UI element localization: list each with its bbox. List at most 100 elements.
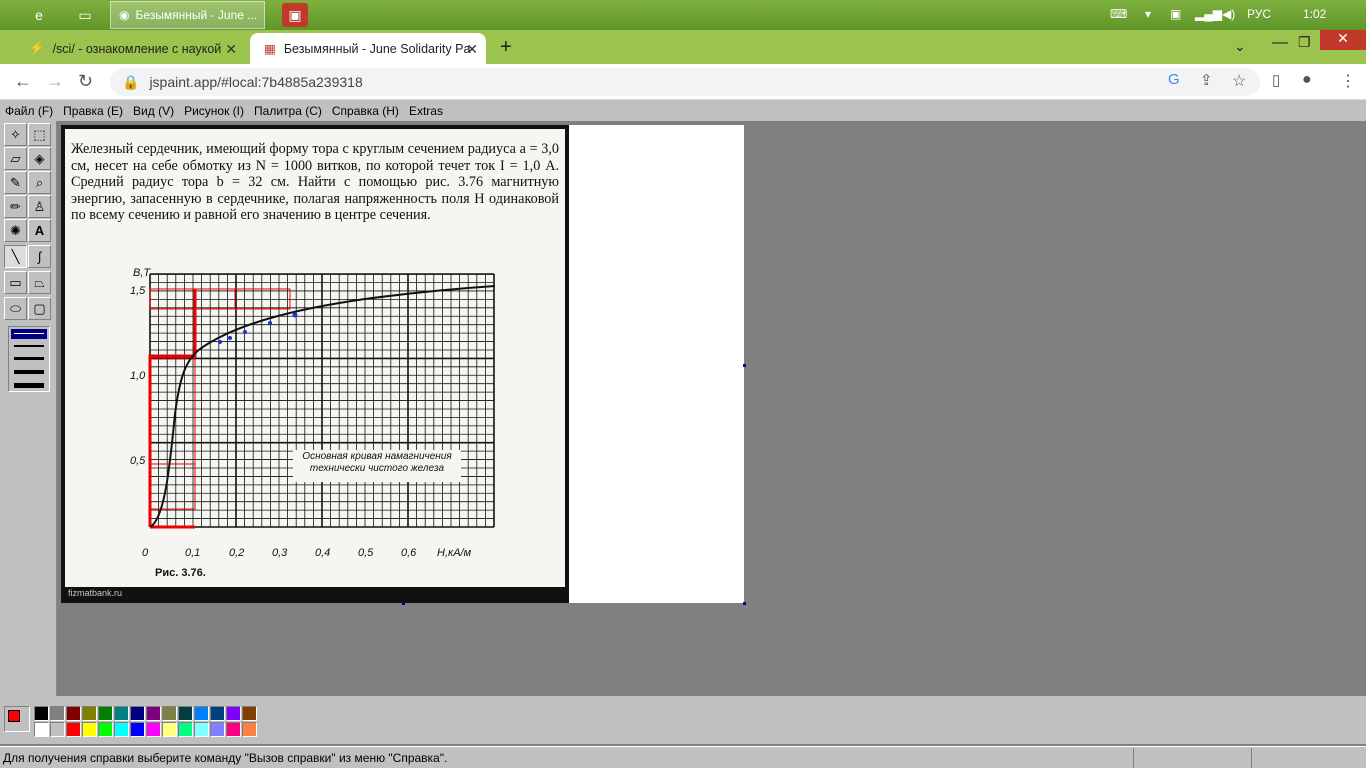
- restore-button[interactable]: ❐: [1298, 34, 1311, 51]
- chevron-down-icon[interactable]: ▾: [1145, 7, 1151, 21]
- palette-swatch[interactable]: [66, 722, 81, 737]
- palette-swatch[interactable]: [114, 706, 129, 721]
- menu-file[interactable]: Файл (F): [0, 104, 58, 118]
- palette-swatch[interactable]: [178, 722, 193, 737]
- palette-swatch[interactable]: [226, 706, 241, 721]
- palette-swatch[interactable]: [130, 722, 145, 737]
- file-explorer-icon[interactable]: ▭: [72, 3, 98, 27]
- signal-icon[interactable]: ▂▄▆: [1195, 7, 1222, 21]
- palette-swatch[interactable]: [98, 722, 113, 737]
- palette-swatch[interactable]: [194, 722, 209, 737]
- rect-select-icon[interactable]: ⬚: [28, 123, 51, 146]
- line-width-2[interactable]: [14, 345, 44, 347]
- side-panel-icon[interactable]: ▯: [1272, 71, 1280, 89]
- forward-button[interactable]: →: [46, 71, 64, 92]
- browser-toolbar: ← → ↻ 🔒 jspaint.app/#local:7b4885a239318…: [0, 64, 1366, 100]
- ellipse-tool-icon[interactable]: ⬭: [4, 297, 27, 320]
- x-tick: 0,4: [315, 547, 330, 559]
- google-icon[interactable]: G: [1168, 71, 1180, 88]
- free-select-icon[interactable]: ✧: [4, 123, 27, 146]
- palette-swatch[interactable]: [194, 706, 209, 721]
- menu-colors[interactable]: Палитра (C): [249, 104, 327, 118]
- palette-swatch[interactable]: [226, 722, 241, 737]
- text-tool-icon[interactable]: A: [28, 219, 51, 242]
- drawing-canvas[interactable]: Железный сердечник, имеющий форму тора с…: [61, 125, 744, 603]
- keyboard-icon[interactable]: ⌨: [1110, 7, 1127, 21]
- palette-swatch[interactable]: [210, 722, 225, 737]
- palette-swatch[interactable]: [34, 722, 49, 737]
- y-tick: 1,5: [130, 285, 146, 297]
- palette-swatch[interactable]: [146, 706, 161, 721]
- primary-color[interactable]: [8, 710, 20, 722]
- clock[interactable]: 1:02: [1303, 7, 1326, 21]
- resize-handle-right[interactable]: [743, 364, 746, 367]
- back-button[interactable]: ←: [14, 71, 32, 92]
- palette-swatch[interactable]: [98, 706, 113, 721]
- line-width-1-selected[interactable]: [11, 329, 47, 339]
- network-icon[interactable]: ▣: [1170, 7, 1181, 21]
- language-indicator[interactable]: РУС: [1247, 7, 1271, 21]
- status-bar: Для получения справки выберите команду "…: [0, 746, 1366, 768]
- palette-swatch[interactable]: [162, 706, 177, 721]
- palette-swatch[interactable]: [50, 706, 65, 721]
- profile-avatar-icon[interactable]: ●: [1302, 71, 1312, 89]
- palette-swatch[interactable]: [66, 706, 81, 721]
- palette-swatch[interactable]: [178, 706, 193, 721]
- line-width-3[interactable]: [14, 357, 44, 360]
- internet-explorer-icon[interactable]: e: [26, 3, 52, 27]
- palette-swatch[interactable]: [82, 722, 97, 737]
- fill-bucket-icon[interactable]: ◈: [28, 147, 51, 170]
- minimize-button[interactable]: —: [1272, 34, 1288, 52]
- palette-swatch[interactable]: [114, 722, 129, 737]
- eraser-icon[interactable]: ▱: [4, 147, 27, 170]
- palette-swatch[interactable]: [34, 706, 49, 721]
- tab-sci[interactable]: ⚡ /sci/ - ознакомление с наукой ✕: [15, 33, 245, 64]
- polygon-tool-icon[interactable]: ⏢: [28, 271, 51, 294]
- palette-swatch[interactable]: [146, 722, 161, 737]
- palette-swatch[interactable]: [162, 722, 177, 737]
- magnifier-icon[interactable]: ⌕: [28, 171, 51, 194]
- close-icon[interactable]: ✕: [466, 41, 478, 58]
- taskbar-chrome-window-button[interactable]: ◉ Безымянный - June ...: [110, 1, 265, 29]
- menu-view[interactable]: Вид (V): [128, 104, 179, 118]
- airbrush-icon[interactable]: ✺: [4, 219, 27, 242]
- current-colors: [4, 706, 30, 732]
- address-bar[interactable]: 🔒 jspaint.app/#local:7b4885a239318: [110, 68, 1260, 96]
- tab-jspaint[interactable]: ▦ Безымянный - June Solidarity Pa ✕: [250, 33, 486, 64]
- palette-swatch[interactable]: [82, 706, 97, 721]
- brush-icon[interactable]: ♙: [28, 195, 51, 218]
- menu-extras[interactable]: Extras: [404, 104, 448, 118]
- new-tab-button[interactable]: +: [500, 36, 512, 59]
- volume-icon[interactable]: ◀): [1222, 7, 1235, 21]
- pencil-icon[interactable]: ✏: [4, 195, 27, 218]
- app-icon[interactable]: ▣: [282, 3, 308, 27]
- curve-tool-icon[interactable]: ∫: [28, 245, 51, 268]
- tab-search-icon[interactable]: ⌄: [1234, 38, 1246, 55]
- url-text: jspaint.app/#local:7b4885a239318: [149, 74, 363, 90]
- star-icon[interactable]: ☆: [1232, 71, 1246, 91]
- share-icon[interactable]: ⇪: [1200, 71, 1213, 89]
- more-menu-icon[interactable]: ⋮: [1340, 71, 1356, 91]
- line-tool-icon[interactable]: ╲: [4, 245, 27, 268]
- palette-swatch[interactable]: [242, 722, 257, 737]
- palette-swatch[interactable]: [130, 706, 145, 721]
- menu-help[interactable]: Справка (H): [327, 104, 404, 118]
- jspaint-icon: ▦: [264, 42, 276, 56]
- rectangle-tool-icon[interactable]: ▭: [4, 271, 27, 294]
- window-close-button[interactable]: ✕: [1320, 30, 1366, 50]
- color-picker-icon[interactable]: ✎: [4, 171, 27, 194]
- paint-menu-bar: Файл (F) Правка (E) Вид (V) Рисунок (I) …: [0, 100, 1366, 121]
- line-width-4[interactable]: [14, 370, 44, 374]
- reload-button[interactable]: ↻: [78, 71, 93, 92]
- palette-swatch[interactable]: [242, 706, 257, 721]
- palette-swatch[interactable]: [210, 706, 225, 721]
- y-axis-label: B,T: [133, 267, 151, 279]
- resize-handle-bottom[interactable]: [402, 602, 405, 605]
- rounded-rect-tool-icon[interactable]: ▢: [28, 297, 51, 320]
- close-icon[interactable]: ✕: [225, 41, 237, 58]
- menu-image[interactable]: Рисунок (I): [179, 104, 249, 118]
- menu-edit[interactable]: Правка (E): [58, 104, 128, 118]
- resize-handle-corner[interactable]: [743, 602, 746, 605]
- line-width-5[interactable]: [14, 383, 44, 388]
- palette-swatch[interactable]: [50, 722, 65, 737]
